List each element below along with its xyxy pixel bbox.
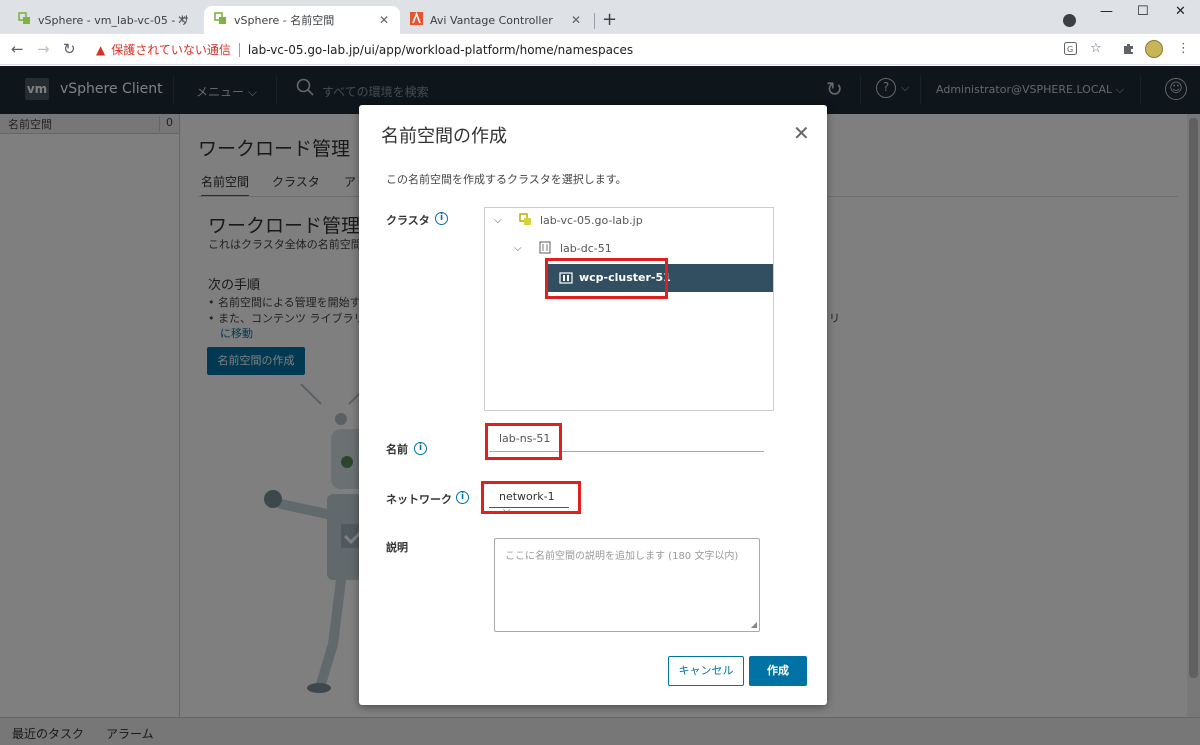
vsphere-favicon-icon [18, 12, 31, 28]
tree-item-vcenter[interactable]: lab-vc-05.go-lab.jp [540, 214, 643, 227]
cluster-tree[interactable]: ⌵ lab-vc-05.go-lab.jp ⌵ lab-dc-51 wcp-cl… [484, 207, 774, 411]
cluster-label: クラスタ [386, 214, 430, 227]
resize-handle-icon[interactable]: ◢ [751, 620, 757, 629]
browser-tab-vsphere-summary[interactable]: vSphere - vm_lab-vc-05 - サマリ ✕ [8, 6, 198, 34]
chevron-down-icon[interactable]: ⌵ [494, 215, 502, 226]
create-button[interactable]: 作成 [749, 656, 807, 686]
window-close-icon[interactable]: ✕ [1175, 4, 1186, 19]
info-icon[interactable]: i [456, 491, 469, 504]
browser-menu-icon[interactable]: ⋮ [1177, 42, 1190, 56]
description-textarea[interactable]: ここに名前空間の説明を追加します (180 文字以内) ◢ [494, 538, 760, 632]
vsphere-favicon-icon [214, 12, 227, 28]
minimize-icon[interactable]: — [1100, 4, 1113, 19]
browser-toolbar: ← → ↻ ▲ 保護されていない通信 lab-vc-05.go-lab.jp/u… [0, 34, 1200, 65]
info-icon[interactable]: i [414, 442, 427, 455]
browser-tab-avi[interactable]: Avi Vantage Controller ✕ [400, 6, 592, 34]
address-divider [238, 42, 240, 57]
close-tab-icon[interactable]: ✕ [569, 13, 583, 27]
close-icon[interactable]: ✕ [793, 123, 810, 143]
chevron-down-icon[interactable]: ⌵ [514, 243, 522, 254]
bookmark-star-icon[interactable]: ☆ [1090, 42, 1102, 56]
avi-favicon-icon [410, 11, 423, 28]
profile-avatar[interactable] [1145, 40, 1163, 58]
dialog-title: 名前空間の作成 [381, 126, 507, 147]
warning-icon: ▲ [96, 42, 106, 57]
vcenter-icon [519, 213, 532, 229]
security-label[interactable]: 保護されていない通信 [111, 41, 231, 58]
extensions-icon[interactable] [1122, 42, 1135, 59]
description-placeholder: ここに名前空間の説明を追加します (180 文字以内) [505, 551, 739, 562]
dialog-description: この名前空間を作成するクラスタを選択します。 [386, 173, 627, 186]
tree-item-datacenter[interactable]: lab-dc-51 [560, 242, 612, 255]
close-tab-icon[interactable]: ✕ [377, 13, 391, 27]
create-namespace-dialog: 名前空間の作成 ✕ この名前空間を作成するクラスタを選択します。 クラスタ i … [359, 105, 827, 705]
tab-title: vSphere - 名前空間 [234, 14, 335, 27]
address-bar[interactable]: ▲ 保護されていない通信 lab-vc-05.go-lab.jp/ui/app/… [90, 38, 1120, 61]
translate-icon[interactable]: G [1064, 42, 1077, 59]
tab-title: Avi Vantage Controller [430, 13, 553, 27]
url-text[interactable]: lab-vc-05.go-lab.jp/ui/app/workload-plat… [248, 43, 633, 57]
close-tab-icon[interactable]: ✕ [175, 13, 189, 27]
annotation-highlight-cluster [545, 258, 668, 299]
description-label: 説明 [386, 541, 408, 554]
tab-title: vSphere - vm_lab-vc-05 - サマリ [38, 14, 188, 27]
annotation-highlight-name [485, 423, 562, 460]
forward-icon[interactable]: → [37, 40, 50, 58]
cancel-button[interactable]: キャンセル [668, 656, 744, 686]
info-icon[interactable]: i [435, 212, 448, 225]
datacenter-icon [539, 241, 551, 257]
name-label: 名前 [386, 443, 408, 456]
profile-download-icon[interactable] [1063, 14, 1076, 27]
browser-tab-namespaces[interactable]: vSphere - 名前空間 ✕ [204, 6, 400, 34]
reload-icon[interactable]: ↻ [63, 40, 76, 58]
maximize-icon[interactable]: ☐ [1137, 4, 1149, 19]
back-icon[interactable]: ← [11, 40, 24, 58]
svg-text:G: G [1067, 45, 1073, 54]
browser-tab-bar: vSphere - vm_lab-vc-05 - サマリ ✕ vSphere -… [0, 0, 1200, 34]
annotation-highlight-network [481, 481, 581, 514]
tab-separator [594, 13, 595, 29]
new-tab-button[interactable]: + [602, 11, 617, 29]
network-label: ネットワーク [386, 493, 452, 506]
